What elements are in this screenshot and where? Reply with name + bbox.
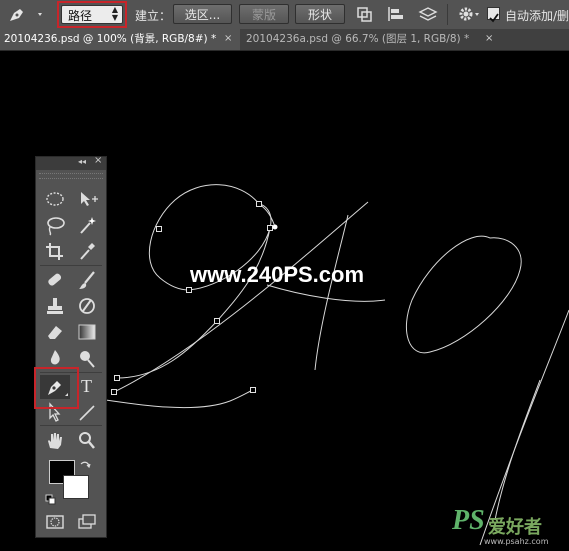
mask-button[interactable]: 蒙版: [239, 4, 289, 24]
move-icon: [81, 192, 98, 206]
grip-icon[interactable]: [39, 173, 103, 179]
anchor-point[interactable]: [250, 387, 256, 393]
tab-label: 20104236.psd @ 100% (背景, RGB/8#) *: [4, 33, 217, 45]
mode-select-value: 路径: [68, 9, 93, 23]
handle-point[interactable]: [272, 224, 278, 230]
screen-mode-icon: [78, 514, 96, 529]
tab-document-1[interactable]: 20104236.psd @ 100% (背景, RGB/8#) *: [0, 29, 240, 50]
logo-url-text: www.psahz.com: [484, 537, 549, 546]
quick-mask-button[interactable]: [40, 510, 70, 534]
anchor-point[interactable]: [267, 225, 273, 231]
screen-mode-button[interactable]: [72, 510, 102, 534]
tab-label: 20104236a.psd @ 66.7% (图层 1, RGB/8) *: [246, 33, 470, 45]
tab-close-icon[interactable]: ×: [224, 33, 232, 44]
hand-icon: [48, 433, 62, 449]
eyedropper-icon: [80, 243, 95, 260]
background-color-swatch[interactable]: [63, 475, 89, 499]
move-tool[interactable]: [72, 187, 102, 211]
magic-wand-tool[interactable]: [72, 213, 102, 237]
brush-tool[interactable]: [72, 268, 102, 292]
selection-button[interactable]: 选区...: [173, 4, 232, 24]
path-curve-zero: [405, 235, 522, 354]
create-label: 建立：: [135, 9, 172, 23]
lasso-icon: [47, 217, 65, 236]
document-tab-bar: 20104236.psd @ 100% (背景, RGB/8#) * × 201…: [0, 29, 569, 51]
tab-document-2[interactable]: 20104236a.psd @ 66.7% (图层 1, RGB/8) *: [242, 29, 502, 50]
collapse-icon[interactable]: ◂◂: [78, 157, 86, 166]
gradient-tool[interactable]: [72, 320, 102, 344]
logo-cn-text: 爱好者: [488, 517, 542, 538]
options-bar: 路径 ▲ ▼ 建立： 选区... 蒙版 形状 自动添加/删: [0, 0, 569, 30]
tools-panel-header[interactable]: ◂◂ ×: [36, 155, 106, 170]
auto-add-label: 自动添加/删: [505, 9, 569, 23]
anchor-point[interactable]: [256, 201, 262, 207]
pen-tool-preset-icon[interactable]: [6, 4, 44, 24]
anchor-point[interactable]: [114, 375, 120, 381]
path-curve-tail: [258, 203, 276, 228]
crop-icon: [46, 243, 63, 260]
path-operations-icon[interactable]: [355, 5, 375, 23]
zoom-icon: [79, 432, 95, 449]
path-curve-x1: [113, 201, 369, 393]
eraser-tool[interactable]: [40, 320, 70, 344]
tool-separator: [40, 425, 102, 426]
pen-tool-highlight-box: [34, 367, 79, 409]
path-alignment-icon[interactable]: [386, 5, 406, 23]
gear-icon[interactable]: [457, 5, 481, 23]
clone-stamp-tool[interactable]: [40, 294, 70, 318]
close-icon[interactable]: ×: [94, 155, 102, 166]
tools-panel: ◂◂ × T: [35, 155, 107, 538]
checkmark-icon: [489, 13, 499, 23]
type-tool-icon: T: [81, 376, 92, 396]
select-arrows-icon: ▲ ▼: [111, 5, 118, 22]
quick-mask-icon: [46, 515, 64, 529]
elliptical-marquee-icon: [46, 192, 64, 206]
anchor-point[interactable]: [214, 318, 220, 324]
site-logo: PS 爱好者 www.psahz.com: [452, 505, 564, 549]
magic-wand-icon: [80, 217, 96, 234]
auto-add-checkbox[interactable]: [487, 7, 500, 23]
anchor-point[interactable]: [186, 287, 192, 293]
logo-ps-text: PS: [452, 505, 485, 536]
path-curve-x3: [314, 214, 349, 371]
mode-select[interactable]: 路径 ▲ ▼: [61, 5, 123, 24]
lasso-tool[interactable]: [40, 213, 70, 237]
history-brush-tool[interactable]: [72, 294, 102, 318]
brush-icon: [79, 271, 95, 289]
healing-brush-tool[interactable]: [40, 268, 70, 292]
eyedropper-tool[interactable]: [72, 239, 102, 263]
marquee-tool[interactable]: [40, 187, 70, 211]
eraser-icon: [48, 326, 62, 339]
bandage-icon: [48, 273, 62, 286]
zoom-tool[interactable]: [72, 428, 102, 452]
stamp-icon: [47, 298, 63, 314]
default-colors-icon[interactable]: [45, 491, 57, 505]
anchor-point[interactable]: [111, 389, 117, 395]
crop-tool[interactable]: [40, 239, 70, 263]
separator: [447, 4, 448, 25]
anchor-point[interactable]: [156, 226, 162, 232]
path-arrangement-icon[interactable]: [417, 4, 439, 24]
hand-tool[interactable]: [40, 428, 70, 452]
tool-separator: [40, 265, 102, 266]
shape-button[interactable]: 形状: [295, 4, 345, 24]
swap-colors-icon[interactable]: [79, 457, 91, 469]
history-brush-icon: [79, 298, 95, 314]
tab-close-icon[interactable]: ×: [485, 33, 493, 44]
watermark-text: www.240PS.com: [190, 262, 365, 287]
gradient-icon: [78, 324, 96, 340]
